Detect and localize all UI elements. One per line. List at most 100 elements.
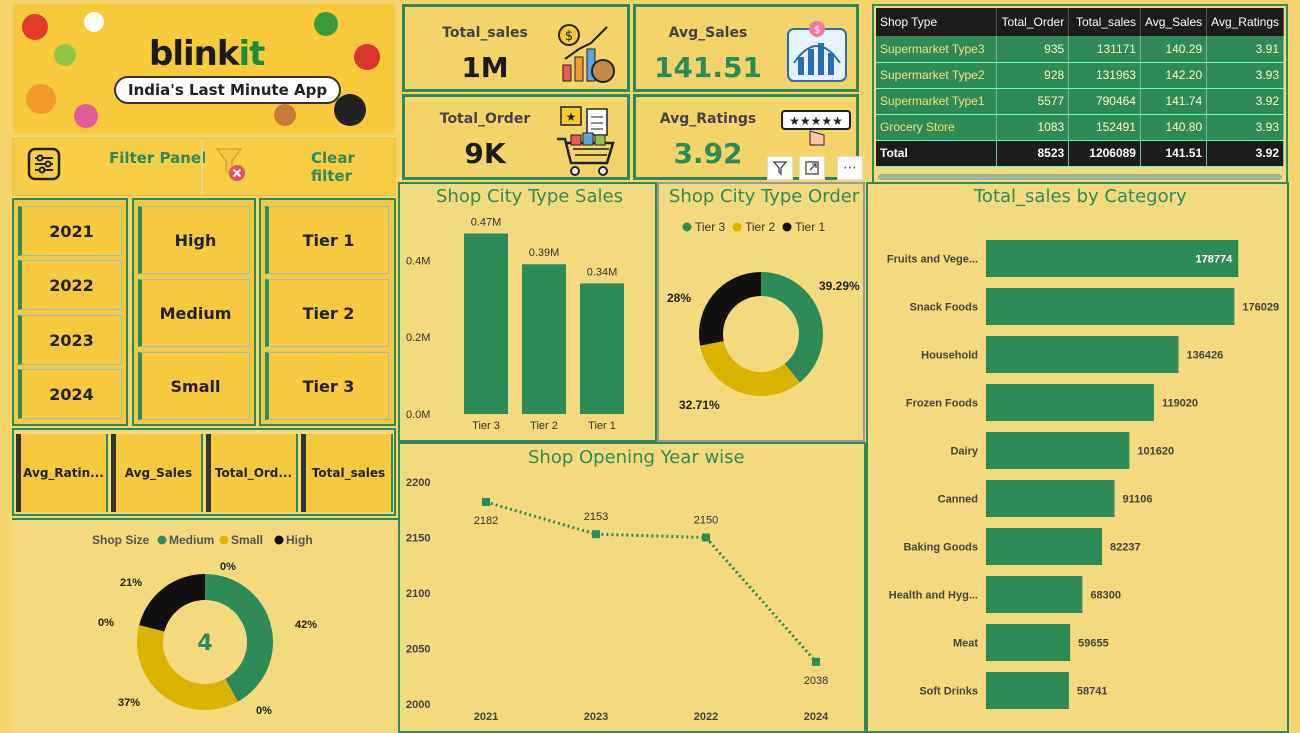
filter-panel-label[interactable]: Filter Panel [109,149,206,167]
shop-size-panel: Shop Size Medium Small High 4 42% 37% 21% 0% 0% 0% [12,518,398,733]
slicer-year-2023[interactable]: 2023 [18,315,122,365]
category-bar [986,288,1235,325]
x-tick-label: Tier 3 [472,420,500,432]
slicer-year-2021[interactable]: 2021 [18,206,122,256]
category-label: Meat [953,638,978,650]
table-cell: 152491 [1068,114,1141,141]
table-cell: 1083 [996,114,1070,141]
table-cell: 5577 [996,88,1070,115]
x-tick-label: 2022 [694,711,718,723]
data-label: 2153 [584,511,608,523]
measure-avg-sales-button[interactable]: Avg_Sales [111,434,203,512]
data-label: 0.34M [587,266,618,278]
table-row[interactable]: Supermarket Type1 5577 790464 141.74 3.9… [876,88,1284,115]
slicer-tier-1[interactable]: Tier 1 [265,206,389,274]
sales-by-category-panel: Total_sales by Category Fruits and Vege.… [866,182,1289,733]
kpi-avg-sales: Avg_Sales 141.51 $ [633,4,859,92]
data-label: 42% [295,619,317,631]
table-header[interactable]: Avg_Sales [1140,8,1208,36]
data-label: 119020 [1162,398,1198,410]
table-cell: 142.20 [1140,62,1208,89]
y-tick-label: 0.4M [406,255,430,267]
table-total-row: Total 8523 1206089 141.51 3.92 [876,140,1284,167]
kpi-value: 1M [461,51,509,84]
x-tick-label: Tier 2 [530,420,558,432]
sales-growth-icon: $ [558,24,615,83]
measure-avg-ratings-button[interactable]: Avg_Ratin... [16,434,108,512]
table-cell: Supermarket Type2 [876,62,998,89]
legend-marker [219,535,229,545]
bar-tier-2 [522,264,566,414]
legend-marker [274,535,284,545]
kpi-value: 141.51 [653,51,763,84]
data-label: 136426 [1187,350,1224,362]
focus-mode-icon[interactable] [799,156,825,180]
rating-stars-icon: ★★★★★ [781,110,851,146]
data-label: 0% [220,561,236,573]
kpi-value: 3.92 [673,137,743,170]
blinkit-banner: blinkit India's Last Minute App [12,2,396,136]
tier-slice [700,341,800,396]
legend-marker [782,222,792,232]
data-label: 59655 [1078,638,1109,650]
data-label: 28% [667,291,691,305]
more-options-icon[interactable]: ⋯ [837,156,863,180]
clear-filter-button[interactable]: Clear filter [311,149,395,185]
table-cell: 140.29 [1140,36,1208,63]
legend-marker [732,222,742,232]
filter-panel-icon[interactable] [27,147,61,181]
measure-total-order-button[interactable]: Total_Ord... [206,434,298,512]
data-label: 0.47M [471,217,502,229]
data-label: 37% [118,697,140,709]
legend-label: Small [231,533,263,547]
kpi-value: 9K [464,137,506,170]
data-label: 178774 [1196,254,1234,266]
category-bar [986,576,1083,613]
sales-chart-icon: $ [787,21,847,82]
slicer-size-small[interactable]: Small [138,352,250,420]
divider [201,139,203,195]
slicer-year-2022[interactable]: 2022 [18,260,122,310]
table-cell: 140.80 [1140,114,1208,141]
table-header[interactable]: Total_sales [1068,8,1141,36]
tier-slicer: Tier 1 Tier 2 Tier 3 [259,198,396,426]
y-tick-label: 0.2M [406,332,430,344]
slicer-tier-3[interactable]: Tier 3 [265,352,389,420]
size-slicer: High Medium Small [132,198,256,426]
year-slicer: 2021 2022 2023 2024 [12,198,128,426]
table-scrollbar[interactable] [878,174,1282,180]
tagline: India's Last Minute App [114,76,342,104]
filter-icon[interactable] [767,156,793,180]
slicer-size-high[interactable]: High [138,206,250,274]
measure-total-sales-button[interactable]: Total_sales [301,434,393,512]
category-bar [986,480,1115,517]
category-label: Snack Foods [910,302,978,314]
category-bar [986,336,1179,373]
table-row[interactable]: Supermarket Type2 928 131963 142.20 3.93 [876,62,1284,89]
table-row[interactable]: Grocery Store 1083 152491 140.80 3.93 [876,114,1284,141]
data-point [592,530,600,539]
table-cell: 8523 [996,140,1070,167]
y-tick-label: 2000 [406,699,430,711]
table-cell: Supermarket Type1 [876,88,998,115]
clear-filter-icon[interactable] [213,145,249,185]
category-label: Soft Drinks [919,686,978,698]
table-header[interactable]: Total_Order [996,8,1070,36]
legend-title: Shop Size [92,533,150,547]
data-label: 32.71% [679,398,720,412]
category-bar [986,672,1069,709]
table-header[interactable]: Avg_Ratings [1206,8,1284,36]
table-row[interactable]: Supermarket Type3 935 131171 140.29 3.91 [876,36,1284,63]
x-tick-label: 2024 [804,711,829,723]
table-cell: 3.92 [1206,140,1284,167]
table-header[interactable]: Shop Type [876,8,998,36]
data-label: 176029 [1242,302,1279,314]
slicer-year-2024[interactable]: 2024 [18,369,122,419]
data-label: 2150 [694,515,718,527]
center-value: 4 [197,631,212,656]
svg-text:$: $ [565,29,573,44]
slicer-size-medium[interactable]: Medium [138,279,250,347]
slicer-tier-2[interactable]: Tier 2 [265,279,389,347]
kpi-title: Avg_Ratings [659,111,757,127]
legend-label: Tier 1 [795,220,826,234]
